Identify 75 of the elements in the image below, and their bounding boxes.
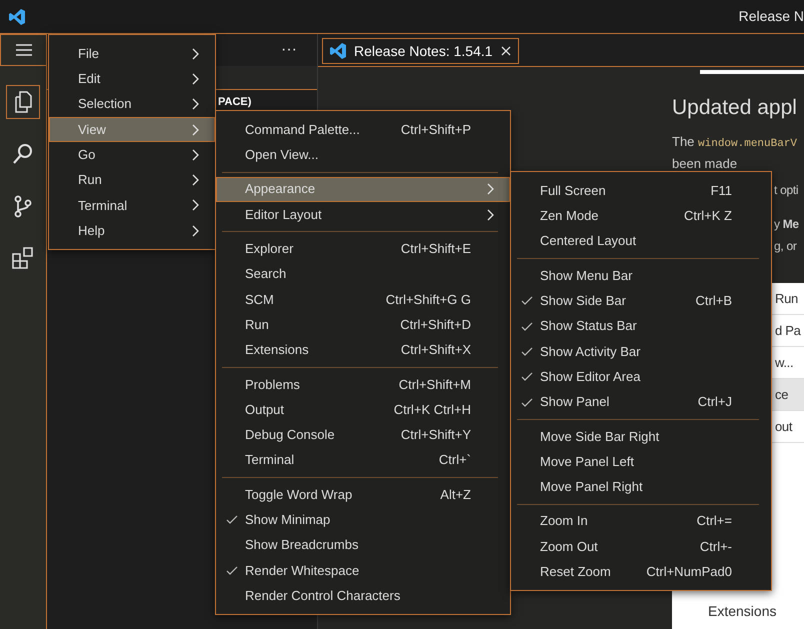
check-icon [521, 346, 533, 357]
menu-item[interactable]: Show Minimap [216, 507, 510, 532]
menu-button[interactable] [0, 34, 47, 66]
app-logo-icon [8, 8, 26, 26]
menu-item[interactable]: Output Ctrl+K Ctrl+H [216, 396, 510, 422]
menu-item[interactable]: Centered Layout [511, 228, 771, 254]
menu-item[interactable]: Zoom In Ctrl+= [511, 508, 771, 534]
chevron-icon [190, 97, 200, 112]
menu-item[interactable]: Explorer Ctrl+Shift+E [216, 236, 510, 262]
menu-item[interactable]: Go [49, 142, 215, 168]
chevron-icon [190, 122, 200, 137]
menu-item[interactable]: Help [49, 218, 215, 244]
menu-item[interactable]: Selection [49, 92, 215, 117]
check-icon [521, 320, 533, 332]
check-icon [226, 564, 238, 576]
menu-item[interactable]: Show Panel Ctrl+J [511, 389, 771, 415]
paragraph-text: g, or [774, 239, 797, 253]
menu-item[interactable]: Command Palette... Ctrl+Shift+P [216, 117, 510, 142]
paragraph-text: been made [672, 156, 738, 172]
menu-item[interactable]: Show Side Bar Ctrl+B [511, 288, 771, 314]
menu-item[interactable]: Search [216, 261, 510, 287]
chevron-icon [190, 72, 200, 86]
menu-item[interactable]: File [49, 41, 215, 66]
check-icon [226, 514, 238, 526]
menu-item[interactable]: Show Editor Area [511, 364, 771, 390]
chevron-icon [190, 224, 200, 238]
menu-item[interactable]: Show Menu Bar [511, 262, 771, 288]
menu-item[interactable]: Show Status Bar [511, 313, 771, 339]
menu-item[interactable]: Reset Zoom Ctrl+NumPad0 [511, 559, 771, 584]
search-icon [11, 142, 35, 166]
menu-item[interactable]: Zoom Out Ctrl+- [511, 534, 771, 560]
menu-item[interactable]: Debug Console Ctrl+Shift+Y [216, 422, 510, 448]
app-logo-icon [329, 42, 347, 60]
editor-tab[interactable]: Release Notes: 1.54.1 [322, 38, 519, 64]
menu-item[interactable]: Run [49, 167, 215, 193]
menu-item[interactable]: Move Panel Right [511, 474, 771, 500]
menu-item[interactable]: Move Side Bar Right [511, 424, 771, 449]
menu-item[interactable]: Full Screen F11 [511, 178, 771, 204]
close-icon [500, 45, 512, 57]
window-title: Release N [738, 7, 804, 26]
menu-item[interactable]: Terminal Ctrl+` [216, 448, 510, 473]
chevron-icon [485, 208, 495, 222]
paragraph-text: t opti [774, 183, 798, 197]
check-icon [521, 371, 533, 382]
chevron-icon [190, 198, 200, 212]
menu-item[interactable]: Move Panel Left [511, 448, 771, 474]
paragraph-text: y Me [774, 217, 799, 231]
menu-item[interactable]: Zen Mode Ctrl+K Z [511, 203, 771, 229]
chevron-icon [190, 148, 200, 162]
menu-item[interactable]: SCM Ctrl+Shift+G G [216, 286, 510, 312]
more-actions-button[interactable]: ··· [281, 38, 297, 62]
menu-item[interactable]: Appearance [216, 176, 510, 202]
menu-item[interactable]: Run Ctrl+Shift+D [216, 312, 510, 338]
chevron-icon [190, 173, 200, 188]
menu-item[interactable]: Show Breadcrumbs [216, 532, 510, 558]
check-icon [521, 295, 533, 306]
menu-item[interactable]: Terminal [49, 192, 215, 218]
chevron-icon [485, 182, 495, 196]
menu-item[interactable]: Render Control Characters [216, 583, 510, 608]
menu-item[interactable]: Show Activity Bar [511, 338, 771, 364]
menu-item[interactable]: Toggle Word Wrap Alt+Z [216, 482, 510, 508]
extensions-icon [11, 246, 35, 270]
menu-item[interactable]: Open View... [216, 142, 510, 168]
activity-bar-button[interactable] [6, 85, 40, 119]
paragraph-text: The window.menuBarV [672, 133, 798, 152]
menu-item[interactable]: Problems Ctrl+Shift+M [216, 372, 510, 397]
section-header: PACE) [218, 95, 252, 110]
chevron-icon [190, 46, 200, 61]
list-item[interactable]: Extensions [672, 595, 804, 627]
menu-item[interactable]: Editor Layout [216, 202, 510, 228]
menu-item[interactable]: Extensions Ctrl+Shift+X [216, 337, 510, 363]
menu-item[interactable]: View [49, 116, 215, 142]
check-icon [521, 396, 533, 408]
menu-item[interactable]: Render Whitespace [216, 558, 510, 584]
heading: Updated appl [672, 95, 798, 121]
